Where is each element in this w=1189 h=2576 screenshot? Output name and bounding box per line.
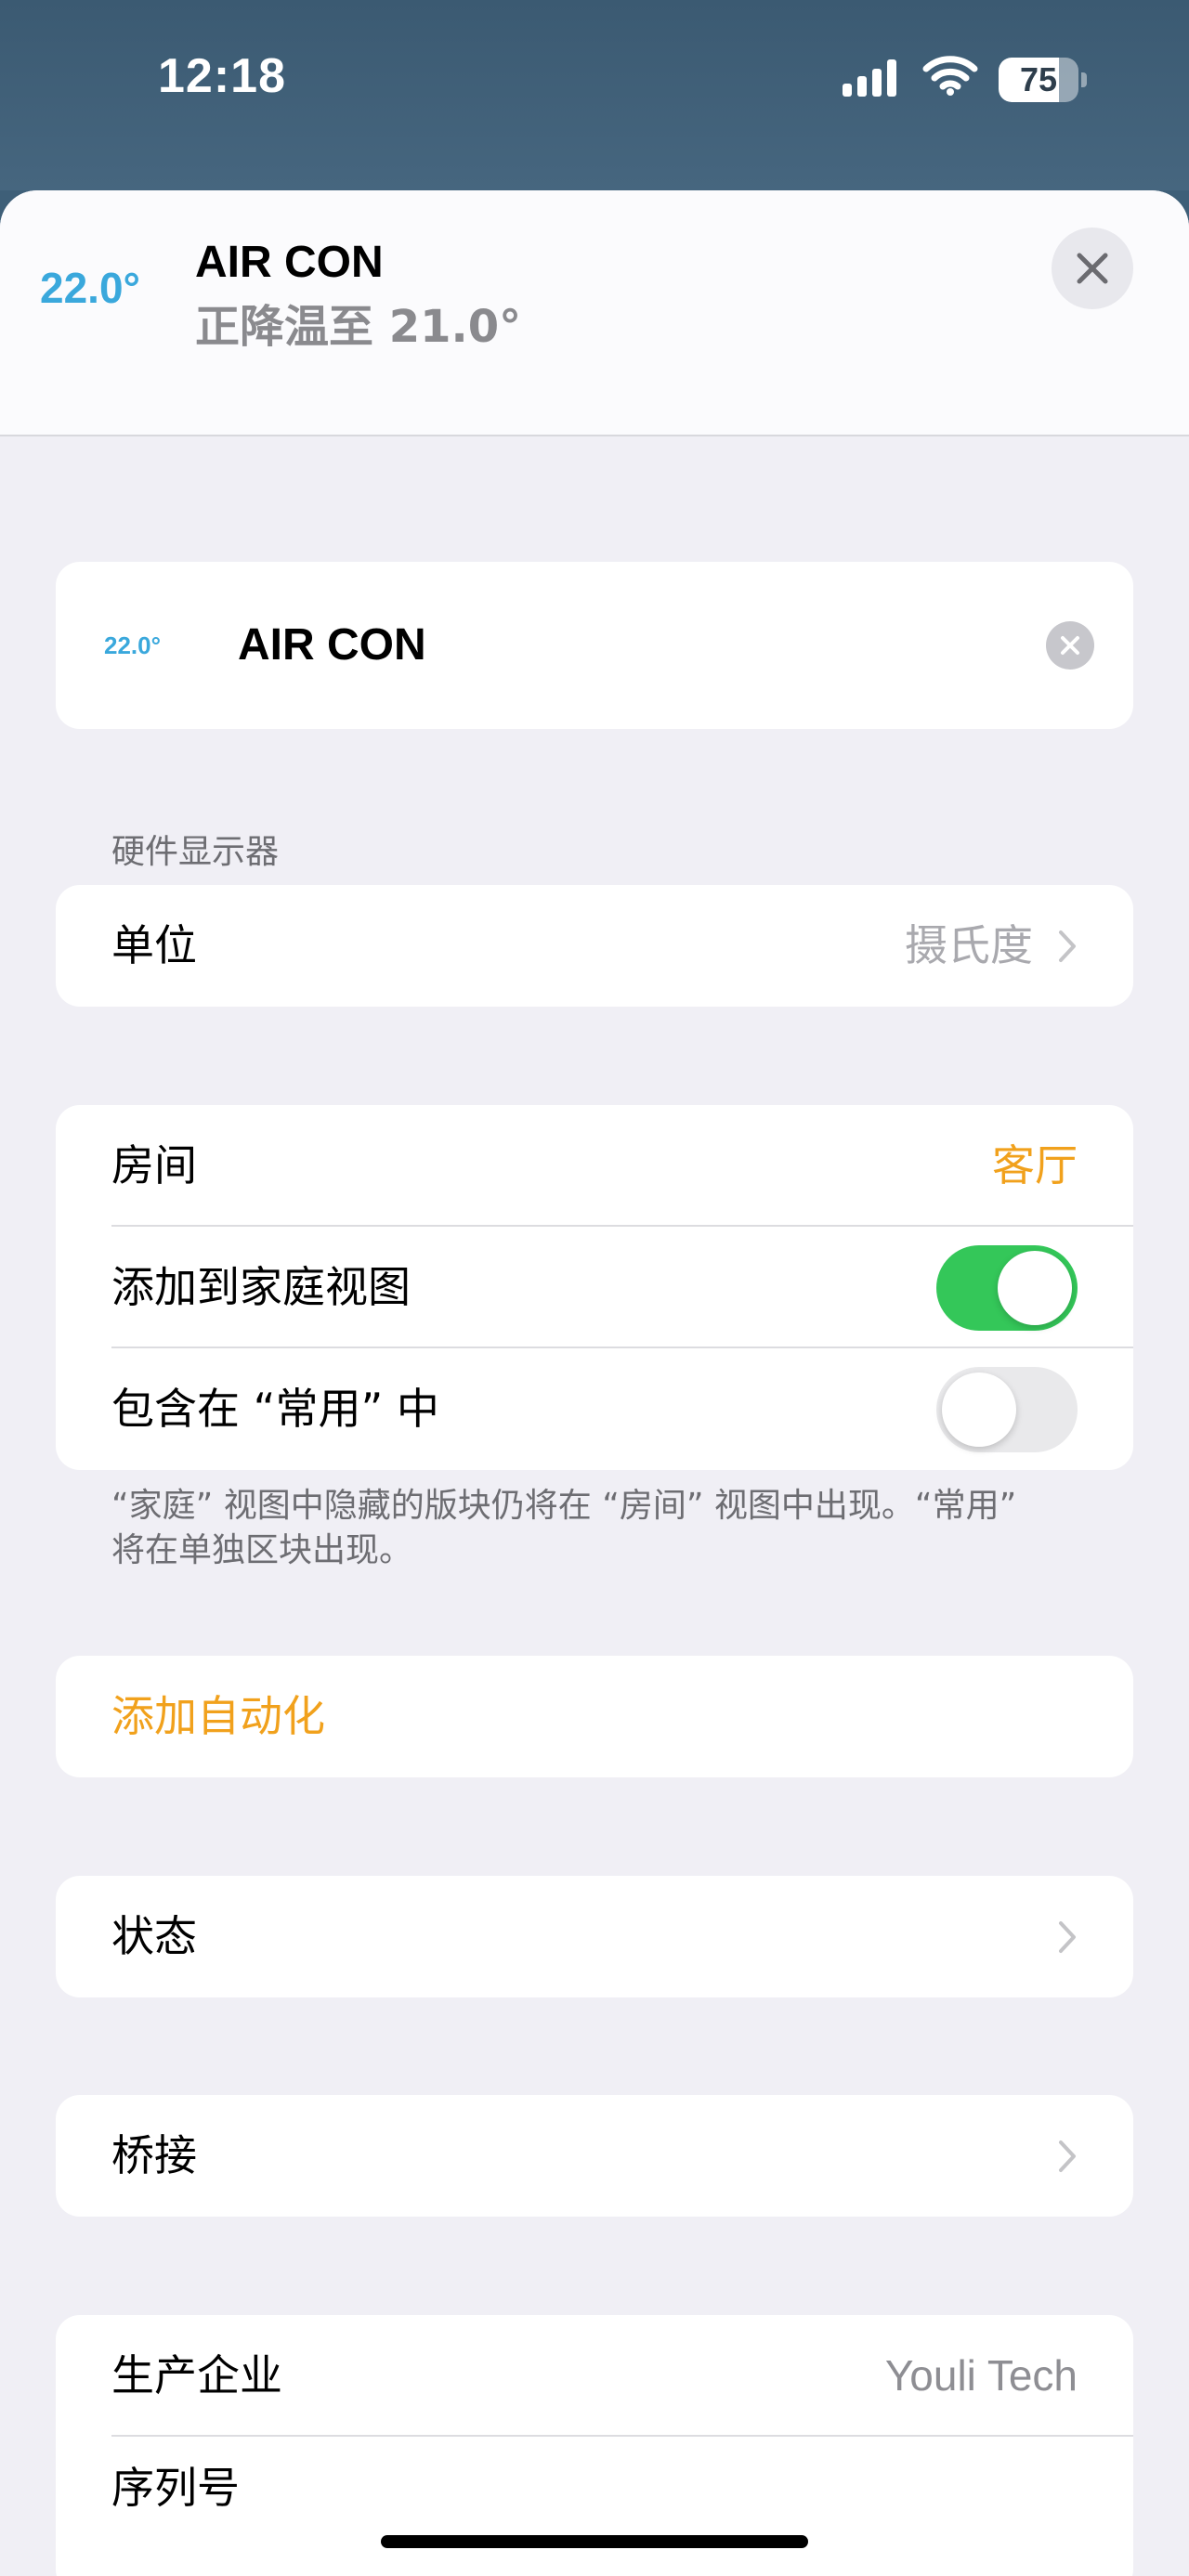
status-bar: 12:18 75 — [0, 0, 1189, 190]
unit-label: 单位 — [111, 920, 197, 970]
accessory-title: AIR CON — [195, 238, 384, 287]
status-time: 12:18 — [158, 49, 286, 103]
name-card-temperature: 22.0° — [104, 631, 162, 659]
include-favorites-row: 包含在 “常用” 中 — [56, 1348, 1133, 1470]
hardware-card: 单位 摄氏度 — [56, 885, 1133, 1007]
clear-icon — [1061, 636, 1079, 655]
close-button[interactable] — [1052, 228, 1133, 309]
unit-value: 摄氏度 — [905, 920, 1033, 970]
battery-icon: 75 — [999, 58, 1088, 102]
wifi-icon — [922, 56, 978, 96]
serial-row: 序列号 — [56, 2437, 1133, 2539]
chevron-right-icon — [1059, 2140, 1076, 2172]
chevron-right-icon — [1059, 1921, 1076, 1953]
close-icon — [1077, 253, 1108, 284]
current-temperature: 22.0° — [40, 264, 140, 312]
clear-name-button[interactable] — [1046, 621, 1094, 670]
bridge-label: 桥接 — [111, 2130, 197, 2180]
room-value: 客厅 — [992, 1140, 1078, 1190]
sheet-header: 22.0° AIR CON 正降温至 21.0° — [0, 190, 1189, 436]
manufacturer-value: Youli Tech — [884, 2351, 1078, 2400]
add-home-view-row: 添加到家庭视图 — [56, 1227, 1133, 1348]
footnote-line-2: 将在单独区块出现。 — [111, 1531, 413, 1569]
add-automation-button[interactable]: 添加自动化 — [111, 1656, 325, 1777]
battery-percent: 75 — [1019, 60, 1058, 98]
section-header-hardware: 硬件显示器 — [111, 833, 280, 871]
bridge-card: 桥接 — [56, 2095, 1133, 2217]
status-row[interactable]: 状态 — [56, 1876, 1133, 1997]
add-home-view-toggle[interactable] — [936, 1245, 1078, 1331]
room-settings-card: 房间 客厅 添加到家庭视图 包含在 “常用” 中 — [56, 1105, 1133, 1470]
include-favorites-toggle[interactable] — [936, 1367, 1078, 1452]
unit-row[interactable]: 单位 摄氏度 — [56, 885, 1133, 1007]
accessory-name-field[interactable]: AIR CON — [238, 562, 426, 729]
add-home-view-label: 添加到家庭视图 — [111, 1262, 411, 1312]
accessory-settings-sheet: 22.0° AIR CON 正降温至 21.0° 22.0° AIR CON 硬… — [0, 190, 1189, 2576]
bridge-row[interactable]: 桥接 — [56, 2095, 1133, 2217]
room-label: 房间 — [111, 1140, 197, 1190]
manufacturer-label: 生产企业 — [111, 2350, 282, 2400]
chevron-right-icon — [1059, 930, 1076, 962]
footnote-line-1: “家庭” 视图中隐藏的版块仍将在 “房间” 视图中出现。“常用” — [111, 1487, 1017, 1525]
status-label: 状态 — [111, 1911, 197, 1961]
automation-card: 添加自动化 — [56, 1656, 1133, 1777]
status-card: 状态 — [56, 1876, 1133, 1997]
name-card: 22.0° AIR CON — [56, 562, 1133, 729]
home-indicator — [381, 2535, 808, 2548]
room-row[interactable]: 房间 客厅 — [56, 1105, 1133, 1227]
add-automation-row[interactable]: 添加自动化 — [56, 1656, 1133, 1777]
home-view-footnote: “家庭” 视图中隐藏的版块仍将在 “房间” 视图中出现。“常用” 将在单独区块出… — [111, 1484, 1096, 1573]
serial-label: 序列号 — [111, 2463, 240, 2513]
accessory-status: 正降温至 21.0° — [195, 301, 522, 353]
include-favorites-label: 包含在 “常用” 中 — [111, 1384, 439, 1434]
cellular-signal-icon — [843, 59, 896, 97]
manufacturer-row: 生产企业 Youli Tech — [56, 2315, 1133, 2437]
